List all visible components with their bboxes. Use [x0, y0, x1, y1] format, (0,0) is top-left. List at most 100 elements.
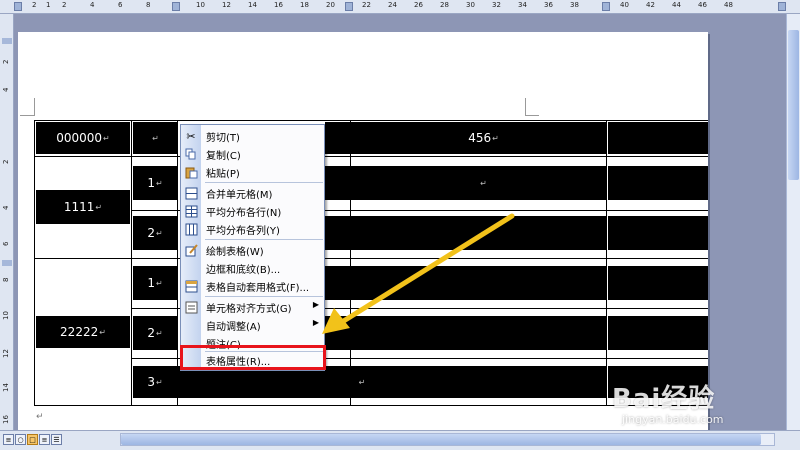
ruler-label: 30 — [466, 1, 475, 9]
table-cell[interactable] — [325, 266, 606, 300]
table-cell[interactable]: ↵ — [133, 122, 177, 154]
ruler-label: 8 — [2, 277, 10, 282]
menu-item-cut[interactable]: ✂ 剪切(T) — [181, 127, 324, 145]
watermark-brand: Bai经验 — [612, 384, 716, 414]
menu-item-copy[interactable]: 复制(C) — [181, 145, 324, 163]
paragraph-mark: ↵ — [152, 133, 159, 143]
ruler-label: 20 — [326, 1, 335, 9]
table-cell[interactable]: 000000 ↵ — [36, 122, 130, 154]
row-marker[interactable] — [2, 260, 12, 266]
horizontal-ruler[interactable]: 2 1 2 4 6 8 10 12 14 16 18 20 22 24 26 2… — [0, 0, 800, 14]
menu-item-distribute-columns[interactable]: 平均分布各列(Y) — [181, 220, 324, 238]
paragraph-mark: ↵ — [155, 178, 163, 188]
menu-separator — [205, 296, 323, 297]
menu-item-label: 绘制表格(W) — [206, 247, 264, 258]
table-cell[interactable]: 2 ↵ — [133, 216, 177, 250]
paragraph-mark: ↵ — [155, 377, 163, 387]
table-cell[interactable]: ↵ — [325, 166, 606, 200]
column-marker[interactable] — [602, 2, 610, 11]
table-cell[interactable] — [608, 266, 708, 300]
table-cell[interactable] — [325, 316, 606, 350]
right-indent-marker[interactable] — [778, 2, 786, 11]
menu-item-autofit[interactable]: 自动调整(A) ▶ — [181, 316, 324, 334]
menu-item-cell-alignment[interactable]: 单元格对齐方式(G) ▶ — [181, 298, 324, 316]
table-cell[interactable]: 2 ↵ — [133, 316, 177, 350]
top-margin-marker[interactable] — [2, 38, 12, 44]
ruler-label: 48 — [724, 1, 733, 9]
context-menu[interactable]: ✂ 剪切(T) 复制(C) 粘贴(P) 合并单元格(M) 平均分布各行(N) 平… — [180, 124, 325, 371]
paragraph-mark: ↵ — [103, 133, 110, 143]
menu-item-label: 复制(C) — [206, 151, 241, 162]
ruler-label: 16 — [2, 415, 10, 424]
cell-text: 2 — [147, 326, 155, 340]
ruler-label: 24 — [388, 1, 397, 9]
print-view-icon[interactable]: □ — [27, 434, 38, 445]
watermark: Bai经验 jingyan.baidu.com — [612, 378, 787, 430]
paragraph-mark: ↵ — [492, 133, 499, 143]
column-marker[interactable] — [172, 2, 180, 11]
paragraph-mark: ↵ — [155, 228, 163, 238]
cell-text: 3 — [147, 375, 155, 389]
ruler-label: 10 — [196, 1, 205, 9]
table-cell[interactable]: 3 ↵ — [133, 366, 177, 398]
menu-item-merge-cells[interactable]: 合并单元格(M) — [181, 184, 324, 202]
cell-text: 1 — [147, 176, 155, 190]
ruler-label: 46 — [698, 1, 707, 9]
horizontal-scrollbar[interactable] — [120, 433, 775, 446]
menu-item-label: 合并单元格(M) — [206, 190, 273, 201]
distribute-columns-icon — [184, 222, 198, 236]
table-cell[interactable]: ↵ — [325, 216, 606, 250]
ruler-label: 18 — [300, 1, 309, 9]
table-border — [34, 258, 708, 259]
menu-item-draw-table[interactable]: 绘制表格(W) — [181, 241, 324, 259]
cell-text: 22222 — [60, 325, 99, 339]
table-cell[interactable] — [608, 216, 708, 250]
menu-item-distribute-rows[interactable]: 平均分布各行(N) — [181, 202, 324, 220]
table-cell[interactable] — [608, 316, 708, 350]
menu-item-autoformat[interactable]: 表格自动套用格式(F)... — [181, 277, 324, 295]
scissors-icon: ✂ — [186, 129, 196, 143]
margin-corner-mark — [20, 115, 34, 116]
web-view-icon[interactable]: ○ — [15, 434, 26, 445]
reading-view-icon[interactable]: ☰ — [51, 434, 62, 445]
ruler-label: 26 — [414, 1, 423, 9]
table-cell[interactable] — [608, 122, 708, 154]
ruler-label: 38 — [570, 1, 579, 9]
draw-table-icon — [184, 243, 198, 257]
ruler-label: 12 — [222, 1, 231, 9]
table-cell[interactable]: 1111 ↵ — [36, 190, 130, 224]
menu-item-label: 自动调整(A) — [206, 322, 261, 333]
cell-align-icon — [184, 300, 198, 314]
vertical-ruler[interactable]: 4 2 2 4 6 8 10 12 14 16 — [0, 14, 14, 430]
cell-text: 1111 — [63, 200, 95, 214]
ruler-label: 4 — [90, 1, 95, 9]
copy-icon — [184, 147, 198, 161]
column-marker[interactable] — [345, 2, 353, 11]
paragraph-mark: ↵ — [99, 327, 106, 337]
ruler-label: 2 — [32, 1, 37, 9]
submenu-arrow-icon: ▶ — [312, 318, 319, 327]
ruler-label: 6 — [2, 241, 10, 246]
left-indent-marker[interactable] — [14, 2, 22, 11]
outline-view-icon[interactable]: ≡ — [39, 434, 50, 445]
normal-view-icon[interactable]: ≡ — [3, 434, 14, 445]
autoformat-icon — [184, 279, 198, 293]
menu-item-paste[interactable]: 粘贴(P) — [181, 163, 324, 181]
table-cell[interactable]: 1 ↵ — [133, 166, 177, 200]
table-cell[interactable]: 1 ↵ — [133, 266, 177, 300]
table-border — [34, 120, 35, 406]
table-cell[interactable]: 22222 ↵ — [36, 316, 130, 348]
margin-corner-mark — [525, 115, 539, 116]
paragraph-mark: ↵ — [155, 278, 163, 288]
ruler-label: 4 — [2, 205, 10, 210]
horizontal-scroll-thumb[interactable] — [121, 434, 761, 445]
ruler-label: 32 — [492, 1, 501, 9]
ruler-label: 6 — [118, 1, 123, 9]
table-cell[interactable]: 456 ↵ — [325, 122, 606, 154]
paragraph-mark: ↵ — [95, 202, 103, 212]
vertical-scroll-thumb[interactable] — [788, 30, 799, 180]
table-cell[interactable] — [608, 166, 708, 200]
status-bar: ≡ ○ □ ≡ ☰ — [0, 430, 800, 450]
menu-item-borders-shading[interactable]: 边框和底纹(B)... — [181, 259, 324, 277]
vertical-scrollbar[interactable] — [786, 14, 800, 430]
